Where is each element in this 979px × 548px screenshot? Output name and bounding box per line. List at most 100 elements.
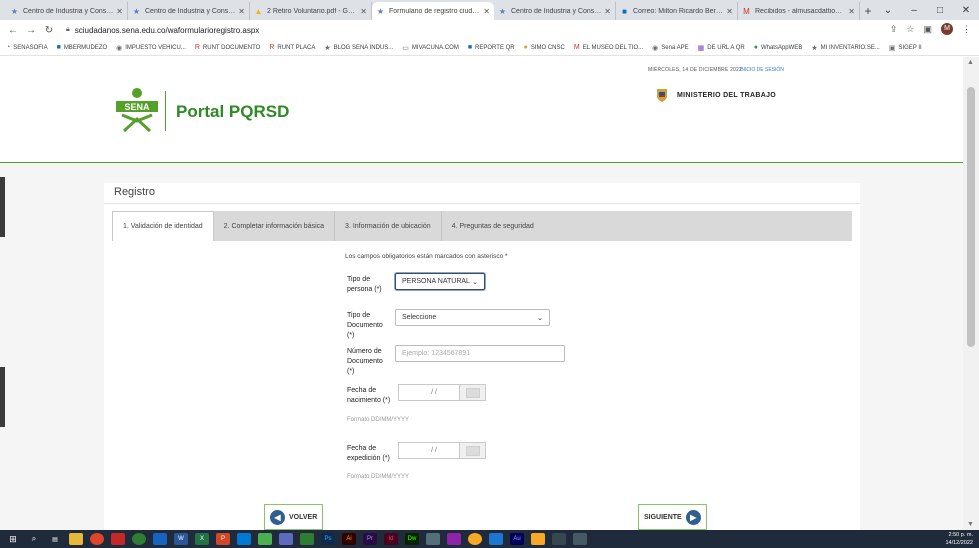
url-field[interactable]: 🔒︎ sciudadanos.sena.edu.co/waformularior… (66, 26, 259, 35)
browser-tab[interactable]: ▲ 2 Retiro Voluntario.pdf - Google ✕ (250, 2, 372, 20)
bookmark-item[interactable]: ● WhatsAppWEB (754, 44, 803, 51)
volver-button[interactable]: ◀ VOLVER (264, 504, 324, 530)
browser-tab[interactable]: ■ Correo: Milton Ricardo Bermud ✕ (616, 2, 738, 20)
bookmark-item[interactable]: ▦ DE URL A QR (698, 44, 745, 52)
app-icon[interactable] (573, 533, 587, 545)
login-link[interactable]: INICIO DE SESIÓN (740, 67, 784, 73)
bookmark-item[interactable]: ★ BLOG SENA INDUS... (324, 44, 393, 52)
chrome-icon[interactable] (90, 533, 104, 545)
siguiente-button[interactable]: SIGUIENTE ▶ (638, 504, 707, 530)
close-icon[interactable]: ✕ (726, 7, 733, 16)
bookmark-item[interactable]: R RUNT PLACA (269, 44, 315, 51)
word-icon[interactable]: W (174, 533, 188, 545)
bookmark-item[interactable]: ▭ MIVACUNA.COM (402, 44, 459, 52)
fecha-expedicion-input[interactable]: / / (398, 442, 460, 459)
numero-documento-input[interactable]: Ejemplo: 1234567891 (395, 345, 565, 362)
app-icon[interactable] (132, 533, 146, 545)
bookmark-item[interactable]: R RUNT DOCUMENTO (195, 44, 261, 51)
app-icon[interactable] (258, 533, 272, 545)
excel-icon[interactable]: X (195, 533, 209, 545)
bookmark-item[interactable]: ◉ IMPUESTO VEHICU... (116, 44, 186, 52)
share-icon[interactable]: ⇪ (890, 24, 898, 35)
app-icon[interactable] (279, 533, 293, 545)
lock-app-icon[interactable] (531, 533, 545, 545)
browser-tab[interactable]: ★ Centro de Industria y Construcc ✕ (494, 2, 616, 20)
bookmark-item[interactable]: ■ MBERMUDEZO (57, 44, 108, 51)
tab-informacion-basica[interactable]: 2. Completar información básica (214, 211, 336, 241)
bookmark-icon: ● (523, 44, 528, 51)
forward-arrow-icon[interactable]: → (24, 25, 38, 36)
app-icon[interactable] (552, 533, 566, 545)
browser-tab[interactable]: ★ Centro de Industria y Construcc ✕ (6, 2, 128, 20)
browser-tab[interactable]: ★ Centro de Industria y Construcc ✕ (128, 2, 250, 20)
tipo-persona-select[interactable]: PERSONA NATURAL ⌄ (395, 273, 485, 290)
scroll-up-icon[interactable]: ▲ (967, 59, 974, 66)
form-title: Registro (114, 186, 155, 198)
tab-preguntas-seguridad[interactable]: 4. Preguntas de seguridad (442, 211, 544, 241)
file-explorer-icon[interactable] (69, 533, 83, 545)
menu-icon[interactable]: ⋮ (962, 24, 971, 35)
close-icon[interactable]: ✕ (360, 7, 367, 16)
taskbar-clock[interactable]: 2:50 p. m. 14/12/2022 (945, 531, 973, 547)
fecha-expedicion-field: / / (398, 442, 486, 459)
close-icon[interactable]: ✕ (483, 7, 490, 16)
photoshop-icon[interactable]: Ps (321, 533, 335, 545)
numero-documento-label: Número de Documento (*) (347, 348, 383, 375)
task-view-icon[interactable]: ▤ (48, 533, 62, 545)
qr-icon: ▦ (697, 44, 705, 52)
app-icon[interactable] (237, 533, 251, 545)
app-icon[interactable] (447, 533, 461, 545)
bookmark-item[interactable]: ★ MI INVENTARIO.SE... (811, 44, 880, 52)
bookmark-star-icon[interactable]: ☆ (906, 24, 914, 35)
indesign-icon[interactable]: Id (384, 533, 398, 545)
reload-icon[interactable]: ↻ (42, 25, 56, 36)
windows-start-icon[interactable]: ⊞ (6, 533, 20, 545)
scroll-thumb[interactable] (967, 87, 975, 347)
fecha-nacimiento-input[interactable]: / / (398, 384, 460, 401)
maximize-icon[interactable]: □ (927, 5, 953, 16)
scroll-down-icon[interactable]: ▼ (967, 521, 974, 528)
app-icon[interactable] (300, 533, 314, 545)
calendar-icon[interactable] (460, 384, 486, 401)
bookmark-item[interactable]: ■ REPORTE QR (468, 44, 515, 51)
bookmark-item[interactable]: ◔ SENASOFIA (6, 44, 48, 51)
sidepanel-icon[interactable]: ▣ (923, 24, 932, 35)
back-arrow-icon[interactable]: ← (6, 25, 20, 36)
bookmark-icon: ◉ (116, 44, 123, 52)
close-icon[interactable]: ✕ (848, 7, 855, 16)
app-icon[interactable] (426, 533, 440, 545)
calendar-icon[interactable] (460, 442, 486, 459)
logo-text: SENA (124, 102, 150, 112)
new-tab-button[interactable]: + (860, 2, 876, 20)
browser-tab-active[interactable]: ★ Formulario de registro ciudadan ✕ (372, 2, 494, 20)
audition-icon[interactable]: Au (510, 533, 524, 545)
page-scrollbar[interactable]: ▲ ▼ (963, 57, 979, 530)
tab-informacion-ubicacion[interactable]: 3. Información de ubicación (335, 211, 442, 241)
close-icon[interactable]: ✕ (116, 7, 123, 16)
sena-logo: SENA (116, 88, 158, 133)
app-icon[interactable] (111, 533, 125, 545)
minimize-icon[interactable]: – (901, 5, 927, 16)
app-icon[interactable] (153, 533, 167, 545)
close-icon[interactable]: ✕ (238, 7, 245, 16)
powerpoint-icon[interactable]: P (216, 533, 230, 545)
premiere-icon[interactable]: Pr (363, 533, 377, 545)
app-icon[interactable] (468, 533, 482, 545)
search-icon[interactable]: ⌕ (27, 533, 41, 545)
close-window-icon[interactable]: ✕ (953, 5, 979, 16)
registration-card: Registro 1. Validación de identidad 2. C… (104, 183, 860, 530)
profile-avatar[interactable]: M (941, 23, 953, 35)
close-icon[interactable]: ✕ (604, 7, 611, 16)
tipo-documento-select[interactable]: Seleccione ⌄ (395, 309, 550, 326)
illustrator-icon[interactable]: Ai (342, 533, 356, 545)
star-icon: ★ (498, 6, 507, 16)
chevron-down-icon[interactable]: ⌄ (875, 5, 901, 16)
browser-tab[interactable]: M Recibidos - almusacdattiomilto ✕ (738, 2, 860, 20)
bookmark-item[interactable]: ▣ SIGEP II (889, 44, 922, 52)
tab-validacion-identidad[interactable]: 1. Validación de identidad (112, 211, 214, 241)
bookmark-item[interactable]: M EL MUSEO DEL TIO... (574, 44, 643, 51)
bookmark-item[interactable]: ● SIMO CNSC (524, 44, 565, 51)
dreamweaver-icon[interactable]: Dw (405, 533, 419, 545)
app-icon[interactable] (489, 533, 503, 545)
bookmark-item[interactable]: ◉ Sena APE (652, 44, 688, 52)
